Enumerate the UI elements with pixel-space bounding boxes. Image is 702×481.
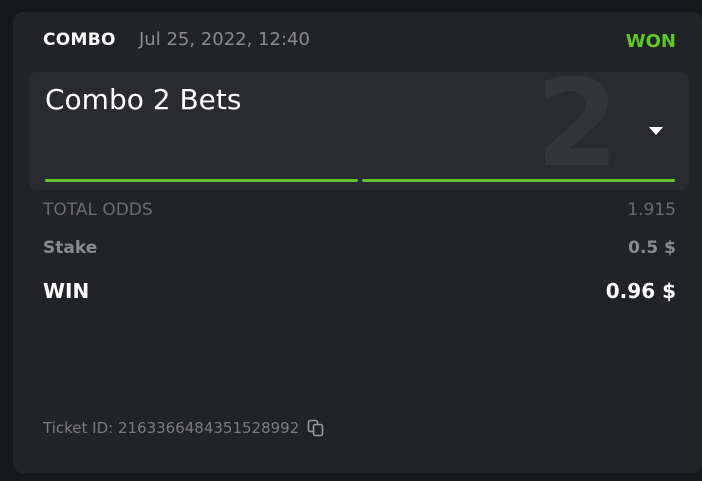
ticket-id: Ticket ID: 2163366484351528992 [43,416,325,440]
combo-dropdown[interactable]: 2 Combo 2 Bets [29,72,689,190]
stake-value: 0.5 $ [628,238,676,258]
stake-row: Stake 0.5 $ [43,233,676,263]
legs-progress [45,179,675,182]
total-odds-value: 1.915 [627,200,676,220]
combo-title: Combo 2 Bets [45,83,242,116]
total-odds-row: TOTAL ODDS 1.915 [43,195,676,225]
leg-progress-segment [362,179,675,182]
bet-card: COMBO Jul 25, 2022, 12:40 WON 2 Combo 2 … [13,12,702,473]
bet-header: COMBO Jul 25, 2022, 12:40 WON [43,26,676,54]
win-row: WIN 0.96 $ [43,276,676,306]
status-badge: WON [625,31,676,52]
leg-progress-segment [45,179,358,182]
bet-count-watermark: 2 [535,72,620,190]
bet-type-label: COMBO [43,30,116,50]
ticket-id-text: Ticket ID: 2163366484351528992 [43,419,300,437]
stake-label: Stake [43,238,98,258]
copy-icon[interactable] [307,419,325,437]
win-label: WIN [43,279,90,303]
win-value: 0.96 $ [605,279,676,303]
chevron-down-icon[interactable] [649,127,663,135]
total-odds-label: TOTAL ODDS [43,200,153,220]
bet-date: Jul 25, 2022, 12:40 [139,29,310,50]
